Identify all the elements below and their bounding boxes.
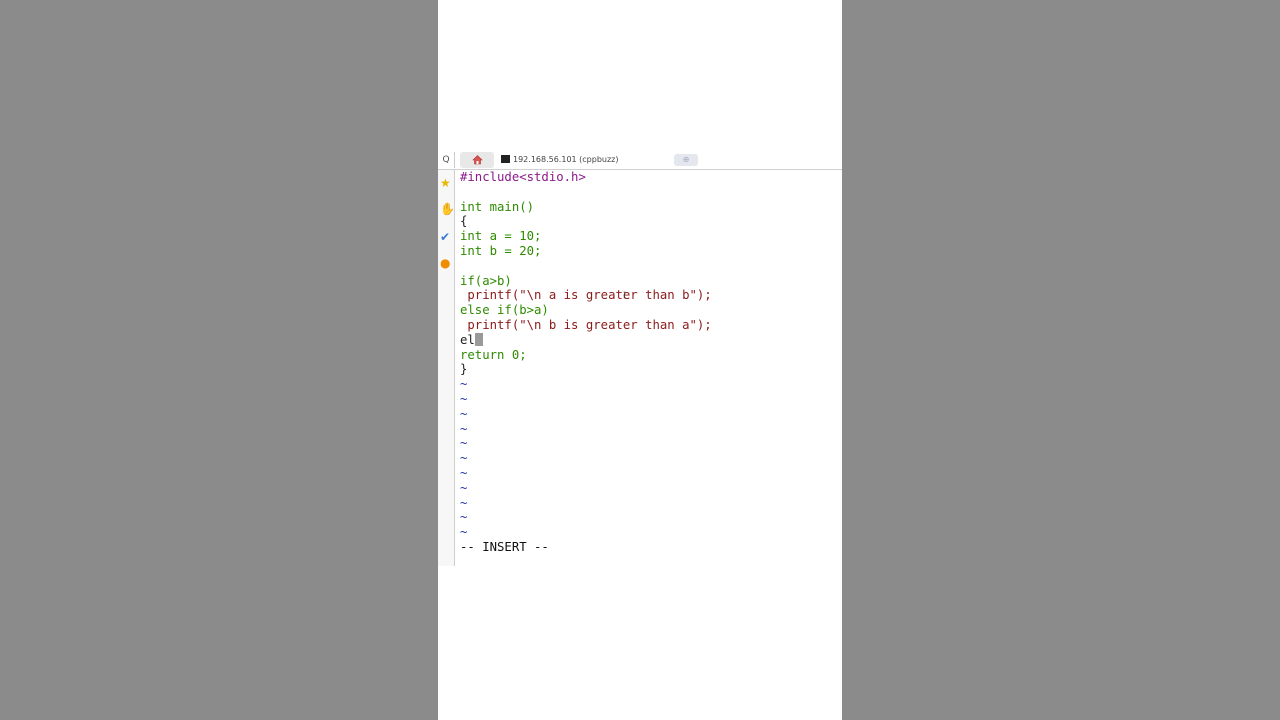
terminal-icon: [501, 154, 510, 163]
code-text: if(a>b): [460, 273, 512, 288]
code-text: return 0;: [460, 347, 527, 362]
code-line: int a = 10;: [460, 229, 840, 244]
screen-frame: Q 192.168.56.101 (cppbuzz) ⊕ ★ ✋ ✔ ● #in…: [438, 0, 842, 720]
code-text: else if(b>a): [460, 303, 549, 318]
empty-lines: ~ ~ ~ ~ ~ ~ ~ ~ ~ ~ ~: [460, 377, 840, 540]
new-tab-icon: ⊕: [682, 155, 690, 164]
tilde-line: ~: [460, 451, 468, 466]
app-icon[interactable]: ●: [440, 256, 454, 270]
code-line: #include<stdio.h>: [460, 170, 840, 185]
home-tab[interactable]: [460, 152, 494, 168]
tab-title: 192.168.56.101 (cppbuzz): [513, 155, 619, 164]
code-line: }: [460, 362, 840, 377]
code-line: int main(): [460, 200, 840, 215]
code-text: el: [460, 332, 475, 347]
right-backdrop: [842, 0, 1280, 720]
tilde-line: ~: [460, 436, 468, 451]
tab-terminal[interactable]: 192.168.56.101 (cppbuzz): [498, 151, 668, 169]
tilde-line: ~: [460, 480, 468, 495]
mode-line: -- INSERT --: [460, 539, 549, 554]
tilde-line: ~: [460, 421, 468, 436]
left-backdrop: [0, 0, 438, 720]
code-text: printf("\n b is greater than a");: [460, 317, 712, 332]
tab-bar: Q 192.168.56.101 (cppbuzz) ⊕: [438, 151, 842, 170]
code-text: }: [460, 362, 468, 377]
code-text: #include<stdio.h>: [460, 170, 586, 184]
text-cursor: [474, 332, 483, 346]
tilde-line: ~: [460, 391, 468, 406]
sidebar: ★ ✋ ✔ ●: [438, 170, 455, 566]
home-icon: [472, 155, 483, 165]
arrow-icon[interactable]: ✔: [440, 230, 454, 244]
tilde-line: ~: [460, 406, 468, 421]
code-line: int b = 20;: [460, 244, 840, 259]
tilde-line: ~: [460, 495, 468, 510]
code-line: printf("\n b is greater than a");: [460, 318, 840, 333]
search-icon[interactable]: Q: [438, 152, 455, 168]
code-line: if(a>b): [460, 274, 840, 289]
code-line: return 0;: [460, 348, 840, 363]
hand-icon[interactable]: ✋: [440, 202, 455, 216]
code-line: el: [460, 332, 840, 348]
tilde-line: ~: [460, 377, 468, 392]
star-icon[interactable]: ★: [440, 176, 454, 190]
vim-editor[interactable]: #include<stdio.h> int main() { int a = 1…: [460, 170, 840, 555]
code-line: printf("\n a is greater than b");: [460, 288, 840, 303]
code-line: else if(b>a): [460, 303, 840, 318]
tilde-line: ~: [460, 465, 468, 480]
code-text: printf("\n a is greater than b");: [460, 288, 712, 303]
code-text: int a = 10;: [460, 229, 542, 244]
new-tab-button[interactable]: ⊕: [674, 154, 698, 166]
tilde-line: ~: [460, 510, 468, 525]
text-cursor-icon: [623, 291, 626, 299]
code-text: {: [460, 214, 468, 229]
code-text: int b = 20;: [460, 243, 542, 258]
code-text: int main(): [460, 199, 535, 214]
code-line: {: [460, 214, 840, 229]
tilde-line: ~: [460, 525, 468, 540]
